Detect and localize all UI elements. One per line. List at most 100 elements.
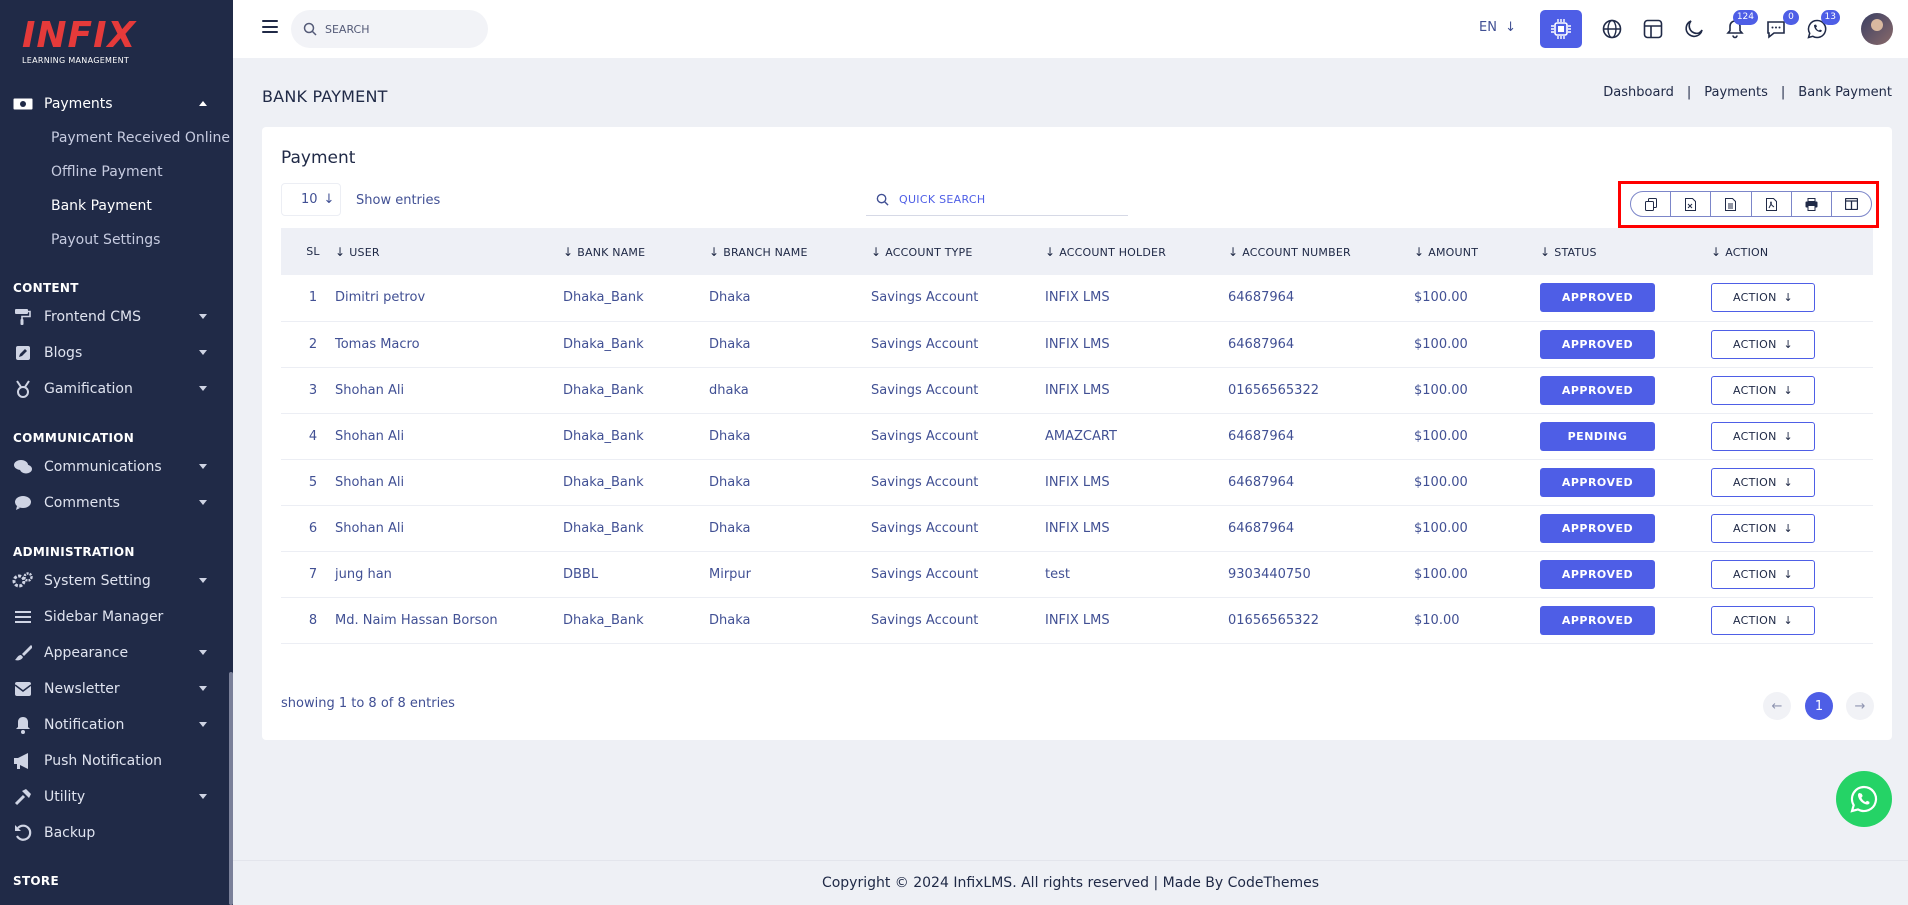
notifications-badge: 124 (1732, 10, 1758, 25)
col-header-amount[interactable]: ↓ AMOUNT (1414, 228, 1540, 275)
sidebar-item-notification[interactable]: Notification (0, 708, 229, 742)
col-header-sl[interactable]: SL (281, 228, 335, 275)
action-dropdown-button[interactable]: ACTION ↓ (1711, 559, 1815, 589)
entries-select[interactable]: 10 ↓ (281, 183, 341, 216)
newsletter-icon (12, 679, 34, 699)
copy-button[interactable] (1631, 192, 1672, 216)
action-label: ACTION (1733, 291, 1777, 305)
cell-account-number: 64687964 (1228, 290, 1295, 306)
action-label: ACTION (1733, 567, 1777, 581)
col-header-branch-name[interactable]: ↓ BRANCH NAME (709, 228, 871, 275)
col-header-account-number[interactable]: ↓ ACCOUNT NUMBER (1228, 228, 1414, 275)
language-selector[interactable]: EN ↓ (1479, 20, 1516, 35)
col-header-action[interactable]: ↓ ACTION (1711, 228, 1873, 275)
action-dropdown-button[interactable]: ACTION ↓ (1711, 375, 1815, 405)
sort-arrow-icon: ↓ (1228, 244, 1239, 259)
sidebar-item-backup[interactable]: Backup (0, 816, 229, 850)
col-header-user[interactable]: ↓ USER (335, 228, 563, 275)
sidebar-item-comments[interactable]: Comments (0, 486, 229, 520)
sidebar-item-label: Newsletter (44, 681, 120, 697)
cell-user: Dimitri petrov (335, 290, 426, 306)
paint-roller-icon (12, 307, 34, 327)
sidebar-item-sidebar-manager[interactable]: Sidebar Manager (0, 600, 229, 634)
sidebar-sub-bank-payment[interactable]: Bank Payment (51, 198, 152, 214)
quick-search[interactable] (866, 183, 1128, 216)
action-dropdown-button[interactable]: ACTION ↓ (1711, 283, 1815, 313)
sidebar-sub-offline-payment[interactable]: Offline Payment (51, 164, 163, 180)
cell-user: Shohan Ali (335, 428, 405, 444)
sidebar-item-system-setting[interactable]: System Setting (0, 564, 229, 598)
action-dropdown-button[interactable]: ACTION ↓ (1711, 513, 1815, 543)
column-visibility-button[interactable] (1832, 192, 1871, 216)
arrow-down-icon: ↓ (1783, 567, 1793, 581)
action-dropdown-button[interactable]: ACTION ↓ (1711, 421, 1815, 451)
excel-file-icon (1685, 197, 1697, 211)
sidebar-item-utility[interactable]: Utility (0, 780, 229, 814)
status-badge-approved[interactable]: APPROVED (1540, 605, 1655, 635)
messages-icon[interactable]: 0 (1763, 10, 1799, 42)
breadcrumb-dashboard[interactable]: Dashboard (1603, 85, 1674, 100)
search-input[interactable] (325, 22, 465, 36)
next-page-button[interactable]: → (1846, 692, 1874, 720)
sidebar-item-payments[interactable]: Payments (0, 87, 229, 121)
caret-down-icon (199, 386, 207, 391)
logo[interactable]: INFIX LEARNING MANAGEMENT (22, 18, 162, 68)
sidebar-sub-payout-settings[interactable]: Payout Settings (51, 232, 160, 248)
sidebar-sub-payment-received-online[interactable]: Payment Received Online (51, 130, 230, 146)
prev-page-button[interactable]: ← (1763, 692, 1791, 720)
page-button-current[interactable]: 1 (1805, 692, 1833, 720)
sidebar-item-appearance[interactable]: Appearance (0, 636, 229, 670)
col-header-status[interactable]: ↓ STATUS (1540, 228, 1711, 275)
menu-toggle-icon[interactable] (262, 20, 278, 33)
col-header-bank-name[interactable]: ↓ BANK NAME (563, 228, 709, 275)
sidebar-item-newsletter[interactable]: Newsletter (0, 672, 229, 706)
cell-action: ACTION ↓ (1711, 367, 1873, 413)
sidebar-item-gamification[interactable]: Gamification (0, 372, 229, 406)
avatar[interactable] (1861, 13, 1893, 45)
breadcrumb-bank-payment[interactable]: Bank Payment (1798, 85, 1892, 100)
status-badge-approved[interactable]: APPROVED (1540, 329, 1655, 359)
status-badge-approved[interactable]: APPROVED (1540, 375, 1655, 405)
payment-table: SL ↓ USER ↓ BANK NAME ↓ BRANCH NAME ↓ ACCOUN… (281, 228, 1873, 644)
breadcrumb-payments[interactable]: Payments (1704, 85, 1768, 100)
sidebar-item-label: Sidebar Manager (44, 609, 164, 625)
caret-down-icon (199, 794, 207, 799)
action-dropdown-button[interactable]: ACTION ↓ (1711, 605, 1815, 635)
notifications-bell-icon[interactable]: 124 (1722, 10, 1758, 42)
cell-bank-name: Dhaka_Bank (563, 612, 644, 628)
cell-user: Tomas Macro (335, 336, 420, 352)
layout-icon[interactable] (1640, 16, 1666, 42)
status-badge-approved[interactable]: APPROVED (1540, 513, 1655, 543)
col-header-account-holder[interactable]: ↓ ACCOUNT HOLDER (1045, 228, 1228, 275)
whatsapp-badge: 13 (1820, 10, 1840, 25)
search-icon (876, 193, 889, 206)
sidebar-item-frontend-cms[interactable]: Frontend CMS (0, 300, 229, 334)
sidebar-item-label: Push Notification (44, 753, 163, 769)
excel-button[interactable] (1671, 192, 1712, 216)
cell-amount: $100.00 (1414, 474, 1468, 490)
status-badge-pending[interactable]: PENDING (1540, 421, 1655, 451)
cpu-chip-button[interactable] (1540, 10, 1582, 48)
sidebar-item-push-notification[interactable]: Push Notification (0, 744, 229, 778)
action-dropdown-button[interactable]: ACTION ↓ (1711, 329, 1815, 359)
whatsapp-chat-button[interactable] (1836, 771, 1892, 827)
quick-search-input[interactable] (899, 192, 1099, 206)
action-dropdown-button[interactable]: ACTION ↓ (1711, 467, 1815, 497)
moon-icon[interactable] (1681, 16, 1707, 42)
status-badge-approved[interactable]: APPROVED (1540, 283, 1655, 313)
sidebar-item-communications[interactable]: Communications (0, 450, 229, 484)
cell-bank-name: Dhaka_Bank (563, 382, 644, 398)
status-badge-approved[interactable]: APPROVED (1540, 559, 1655, 589)
print-button[interactable] (1792, 192, 1832, 216)
sidebar-item-blogs[interactable]: Blogs (0, 336, 229, 370)
global-search[interactable] (291, 10, 488, 48)
globe-icon[interactable] (1599, 16, 1625, 42)
cell-sl: 3 (308, 382, 318, 398)
csv-button[interactable] (1711, 192, 1752, 216)
whatsapp-topbar-icon[interactable]: 13 (1804, 10, 1840, 42)
pdf-button[interactable] (1752, 192, 1792, 216)
status-badge-approved[interactable]: APPROVED (1540, 467, 1655, 497)
cell-bank-name: Dhaka_Bank (563, 336, 644, 352)
col-header-account-type[interactable]: ↓ ACCOUNT TYPE (871, 228, 1045, 275)
arrow-right-icon: → (1854, 698, 1866, 714)
